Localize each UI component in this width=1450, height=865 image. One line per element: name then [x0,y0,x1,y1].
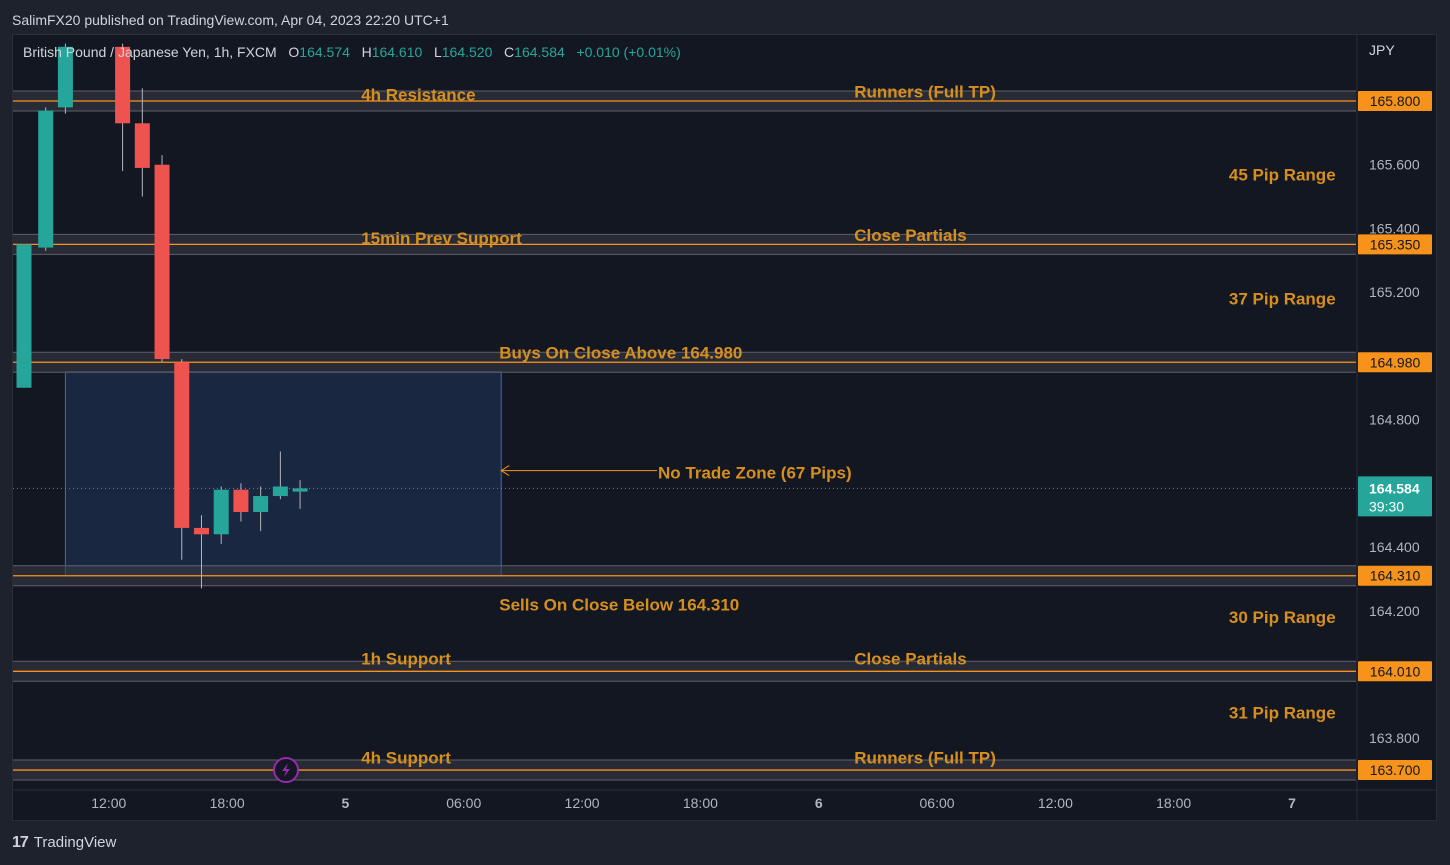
chart-annotation[interactable]: 4h Support [361,748,451,767]
candle-down[interactable] [233,489,249,512]
level-price-text: 165.800 [1370,93,1421,109]
time-axis-tick: 18:00 [210,795,245,811]
symbol-legend: British Pound / Japanese Yen, 1h, FXCM O… [23,44,681,60]
chart-canvas[interactable]: No Trade Zone (67 Pips) 165.800 165.350 164… [0,0,1450,865]
chart-annotation[interactable]: 4h Resistance [361,86,475,105]
time-axis-tick: 12:00 [565,795,600,811]
chart-annotation[interactable]: Runners (Full TP) [854,82,996,101]
high-value: 164.610 [371,44,423,60]
last-price-text: 164.584 [1369,480,1420,496]
zone-label: No Trade Zone (67 Pips) [658,464,852,483]
chart-annotation[interactable]: 15min Prev Support [361,229,522,248]
no-trade-zone-box[interactable] [64,371,502,577]
level-price-text: 163.700 [1370,762,1421,778]
chart-annotation[interactable]: Close Partials [854,226,966,245]
chart-annotation[interactable]: 1h Support [361,650,451,669]
low-label: L [433,44,442,60]
time-axis-tick: 06:00 [920,795,955,811]
change-value: +0.010 (+0.01%) [576,44,681,60]
chart-annotation[interactable]: Sells On Close Below 164.310 [499,595,739,614]
candle-down[interactable] [193,527,209,535]
chart-annotation[interactable]: Buys On Close Above 164.980 [499,344,742,363]
high-label: H [361,44,372,60]
candle-down[interactable] [134,123,150,168]
level-price-text: 165.350 [1370,236,1421,252]
chart-annotation[interactable]: 31 Pip Range [1229,704,1336,723]
chart-annotation[interactable]: Runners (Full TP) [854,748,996,767]
price-axis-tick: 163.800 [1369,730,1420,746]
currency-label[interactable]: JPY [1369,42,1395,58]
time-axis-tick: 18:00 [1156,795,1191,811]
candle-up[interactable] [253,496,269,512]
candle-up[interactable] [213,489,229,535]
candle-up[interactable] [292,488,308,492]
time-axis-tick: 5 [342,795,350,811]
close-label: C [504,44,515,60]
candle-up[interactable] [16,244,32,388]
level-price-text: 164.010 [1370,663,1421,679]
candle-up[interactable] [272,486,288,497]
candle-countdown-text: 39:30 [1369,498,1404,514]
price-axis-tick: 164.200 [1369,603,1420,619]
open-label: O [288,44,300,60]
price-axis-tick: 165.600 [1369,157,1420,173]
symbol-name[interactable]: British Pound / Japanese Yen, 1h, FXCM [23,44,277,60]
candle-up[interactable] [38,110,54,248]
level-price-text: 164.310 [1370,568,1421,584]
candle-down[interactable] [154,164,170,360]
price-axis-tick: 165.200 [1369,284,1420,300]
time-axis-tick: 6 [815,795,823,811]
time-axis-tick: 12:00 [91,795,126,811]
tradingview-logo-icon: 17 [12,834,29,851]
chart-annotation[interactable]: 30 Pip Range [1229,608,1336,627]
time-axis-tick: 18:00 [683,795,718,811]
time-axis-tick: 12:00 [1038,795,1073,811]
level-price-text: 164.980 [1370,354,1421,370]
candle-down[interactable] [174,362,190,528]
open-value: 164.574 [299,44,350,60]
chart-annotation[interactable]: Close Partials [854,650,966,669]
time-axis-tick: 7 [1288,795,1296,811]
footer-brand[interactable]: 17 TradingView [12,832,116,854]
chart-annotation[interactable]: 45 Pip Range [1229,165,1336,184]
close-value: 164.584 [514,44,565,60]
price-axis-tick: 164.800 [1369,412,1420,428]
chart-annotation[interactable]: 37 Pip Range [1229,290,1336,309]
time-axis-tick: 06:00 [446,795,481,811]
price-axis-tick: 164.400 [1369,539,1420,555]
price-axis-tick: 165.400 [1369,220,1420,236]
low-value: 164.520 [441,44,493,60]
tradingview-brand-text: TradingView [33,834,117,851]
